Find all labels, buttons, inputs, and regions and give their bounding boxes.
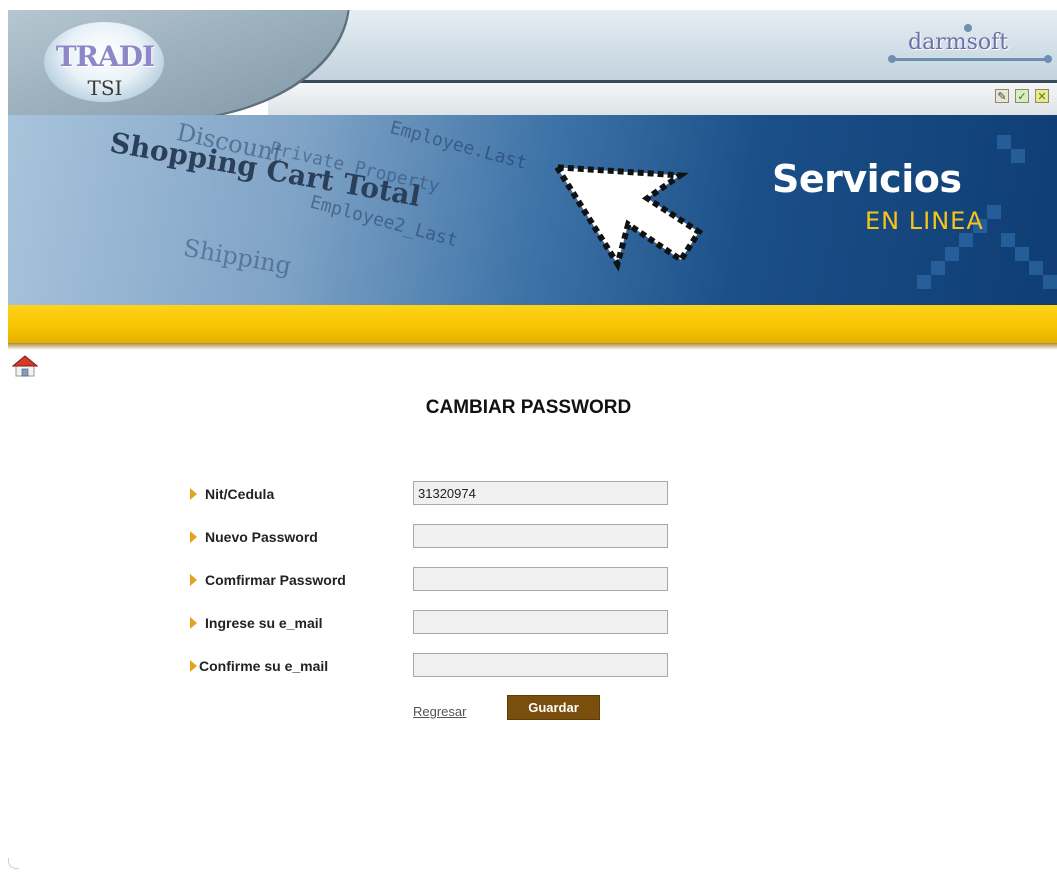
bullet-arrow-icon bbox=[190, 660, 197, 672]
field-label: Ingrese su e_mail bbox=[205, 615, 323, 631]
confirm-email-field[interactable] bbox=[413, 653, 668, 677]
window-controls: ✎ ✓ ✕ bbox=[995, 89, 1049, 103]
frame-corner bbox=[8, 858, 19, 869]
accent-bar bbox=[8, 305, 1057, 343]
brand-dot bbox=[964, 24, 972, 32]
page-title: CAMBIAR PASSWORD bbox=[425, 397, 632, 418]
brand-dot bbox=[888, 55, 896, 63]
banner-title: Servicios bbox=[772, 157, 962, 201]
home-icon[interactable] bbox=[12, 355, 38, 377]
logo-text: TRADI bbox=[55, 40, 155, 73]
brand-name: darmsoft bbox=[908, 30, 1009, 55]
close-icon[interactable]: ✕ bbox=[1035, 89, 1049, 103]
new-password-field[interactable] bbox=[413, 524, 668, 548]
banner: Discount Shopping Cart Total Private Pro… bbox=[8, 115, 1057, 305]
bullet-arrow-icon bbox=[190, 574, 197, 586]
field-label: Confirme su e_mail bbox=[199, 658, 329, 674]
back-link[interactable]: Regresar bbox=[413, 704, 466, 719]
accent-bar-shadow bbox=[8, 343, 1057, 350]
edit-icon[interactable]: ✎ bbox=[995, 89, 1009, 103]
nit-field[interactable] bbox=[413, 481, 668, 505]
header: TRADI TSI darmsoft ✎ ✓ ✕ Discount Shoppi… bbox=[8, 10, 1057, 350]
banner-word: Shipping bbox=[181, 233, 294, 281]
bullet-arrow-icon bbox=[190, 488, 197, 500]
cursor-arrow-graphic bbox=[551, 163, 704, 272]
confirm-password-field[interactable] bbox=[413, 567, 668, 591]
save-button[interactable]: Guardar bbox=[507, 695, 600, 720]
logo-subtext: TSI bbox=[87, 76, 123, 100]
brand-underline bbox=[892, 58, 1048, 61]
field-label: Nuevo Password bbox=[205, 529, 318, 545]
bullet-arrow-icon bbox=[190, 617, 197, 629]
bullet-arrow-icon bbox=[190, 531, 197, 543]
divider bbox=[268, 80, 1057, 83]
field-label: Comfirmar Password bbox=[205, 572, 346, 588]
sub-bar bbox=[268, 83, 1057, 115]
check-icon[interactable]: ✓ bbox=[1015, 89, 1029, 103]
brand-logo: darmsoft bbox=[888, 24, 1052, 64]
brand-dot bbox=[1044, 55, 1052, 63]
email-field[interactable] bbox=[413, 610, 668, 634]
field-label: Nit/Cedula bbox=[205, 486, 275, 502]
banner-word: Employee.Last bbox=[387, 117, 530, 174]
banner-subtitle: EN LINEA bbox=[865, 207, 984, 235]
